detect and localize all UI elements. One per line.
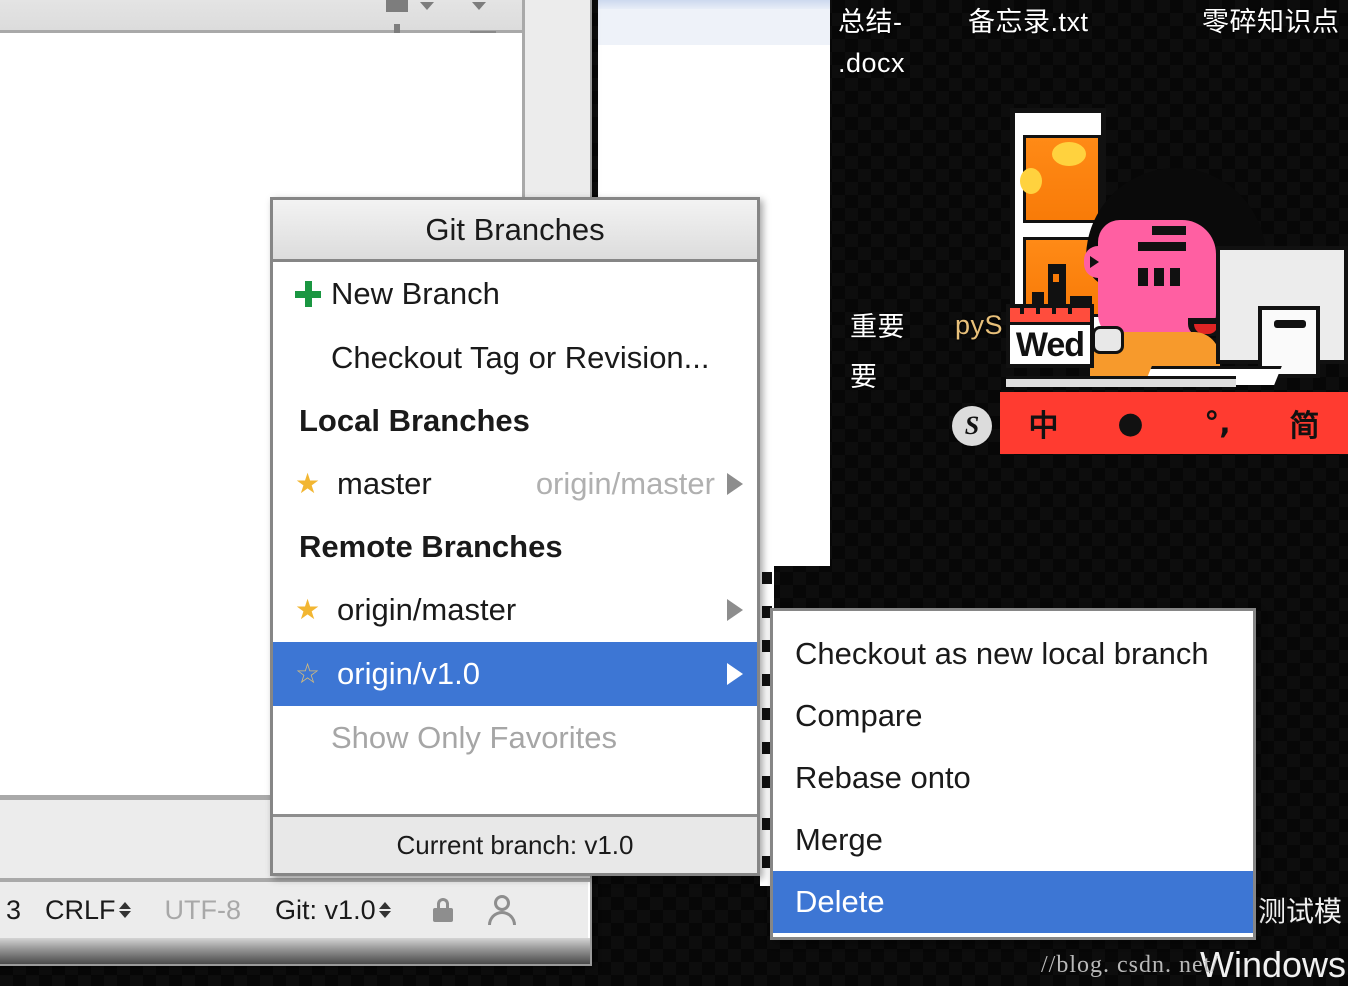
desktop-icon-label[interactable]: 零碎知识点: [1202, 0, 1340, 39]
filter-funnel-icon[interactable]: [386, 0, 408, 33]
wallpaper-desk-icon: [1006, 376, 1236, 387]
chevron-right-icon[interactable]: [727, 663, 743, 685]
wallpaper-eye-icon: [1170, 268, 1180, 286]
wallpaper-sky-pane-icon: [1020, 135, 1101, 223]
updown-arrows-icon[interactable]: [378, 902, 391, 918]
desktop-icon-label[interactable]: 总结-: [838, 0, 903, 39]
git-branches-footer: Current branch: v1.0: [273, 814, 757, 873]
windows-test-mode-text: 测试模: [1258, 896, 1343, 927]
branch-row-origin-v1-0[interactable]: ☆ origin/v1.0: [273, 642, 757, 706]
wallpaper-calendar-day: Wed: [1015, 326, 1085, 364]
branch-tracking-master: origin/master: [535, 466, 715, 501]
menu-item-checkout-tag-or-revision[interactable]: Checkout Tag or Revision...: [273, 326, 757, 390]
status-line-separator[interactable]: CRLF: [45, 895, 131, 926]
status-encoding[interactable]: UTF-8: [165, 895, 242, 926]
section-header-remote-branches: Remote Branches: [299, 529, 563, 564]
ime-toolbar[interactable]: 中 ● °, 简: [1000, 392, 1348, 454]
context-menu-item-rebase-onto[interactable]: Rebase onto: [773, 747, 1253, 809]
star-filled-icon[interactable]: ★: [295, 470, 323, 498]
ime-logo-icon[interactable]: S: [952, 406, 992, 446]
git-branches-popup: Git Branches New Branch Checkout Tag or …: [270, 197, 760, 876]
ide-toolbar: [0, 0, 522, 40]
wallpaper-sun-icon: [1052, 142, 1086, 166]
wallpaper-calendar-icon: Wed: [1006, 304, 1094, 368]
context-menu-item-checkout-as-new-local-branch[interactable]: Checkout as new local branch: [773, 623, 1253, 685]
chevron-right-icon[interactable]: [727, 599, 743, 621]
wallpaper-mouse-icon: [1092, 326, 1124, 354]
section-header-local-branches: Local Branches: [299, 403, 530, 438]
windows-watermark: Windows: [1200, 944, 1347, 985]
checkout-tag-label: Checkout Tag or Revision...: [331, 340, 710, 375]
desktop-icon-label[interactable]: 要: [850, 355, 878, 394]
wallpaper-sun-icon: [1020, 168, 1042, 194]
menu-item-show-only-favorites[interactable]: Show Only Favorites: [273, 706, 757, 770]
csdn-blog-watermark: //blog. csdn. net/: [1041, 952, 1219, 978]
status-inspection-toggle[interactable]: [487, 895, 517, 925]
ime-language-toggle[interactable]: 中: [1000, 401, 1087, 445]
status-partial-text: 3: [6, 894, 22, 925]
wallpaper-eye-icon: [1138, 268, 1148, 286]
wallpaper-brow-icon: [1138, 242, 1186, 251]
git-branch-label: Git: v1.0: [275, 894, 376, 925]
desktop-icon-label[interactable]: 重要: [850, 305, 905, 344]
person-inspection-icon[interactable]: [487, 895, 517, 925]
branch-label-origin-v1-0: origin/v1.0: [337, 656, 481, 691]
chevron-down-icon[interactable]: [472, 2, 486, 10]
branch-row-origin-master[interactable]: ★ origin/master: [273, 578, 757, 642]
branch-label-origin-master: origin/master: [337, 592, 517, 627]
show-only-favorites-label: Show Only Favorites: [331, 720, 617, 755]
wallpaper-brow-icon: [1152, 226, 1186, 235]
context-menu-item-delete[interactable]: Delete: [773, 871, 1253, 933]
wallpaper-character-ear-icon: [1084, 246, 1110, 278]
wallpaper-illustration: Wed: [940, 90, 1348, 410]
editor-tab-bar: [598, 0, 830, 9]
chevron-down-icon[interactable]: [420, 2, 434, 10]
branch-label-master: master: [337, 466, 432, 501]
ime-skin-icon[interactable]: ●: [1087, 406, 1174, 441]
line-separator-label: CRLF: [45, 894, 116, 925]
star-filled-icon[interactable]: ★: [295, 596, 323, 624]
context-menu-item-merge[interactable]: Merge: [773, 809, 1253, 871]
ime-punctuation-icon[interactable]: °,: [1174, 406, 1261, 441]
context-menu-item-compare[interactable]: Compare: [773, 685, 1253, 747]
star-outline-icon[interactable]: ☆: [295, 660, 323, 688]
new-branch-label: New Branch: [331, 276, 500, 311]
branch-row-master[interactable]: ★ master origin/master: [273, 452, 757, 516]
desktop-icon-label[interactable]: .docx: [838, 48, 905, 79]
status-lock-toggle[interactable]: [432, 898, 453, 922]
wallpaper-eye-icon: [1154, 268, 1164, 286]
git-branches-list: New Branch Checkout Tag or Revision... L…: [273, 262, 757, 770]
git-branches-title: Git Branches: [273, 200, 757, 262]
editor-breadcrumb-bar: [598, 9, 830, 45]
plus-icon: [295, 281, 321, 307]
ide-status-bar: 3 CRLF UTF-8 Git: v1.0: [0, 882, 588, 938]
updown-arrows-icon[interactable]: [118, 902, 131, 918]
branch-context-menu: Checkout as new local branch Compare Reb…: [770, 608, 1256, 940]
ide-window-bottom-edge: [0, 938, 590, 964]
status-git-branch[interactable]: Git: v1.0: [275, 895, 391, 926]
desktop-icon-label[interactable]: 备忘录.txt: [968, 0, 1089, 39]
menu-item-new-branch[interactable]: New Branch: [273, 262, 757, 326]
chevron-right-icon[interactable]: [727, 473, 743, 495]
lock-open-icon[interactable]: [432, 898, 453, 922]
ime-simplified-toggle[interactable]: 简: [1261, 401, 1348, 445]
